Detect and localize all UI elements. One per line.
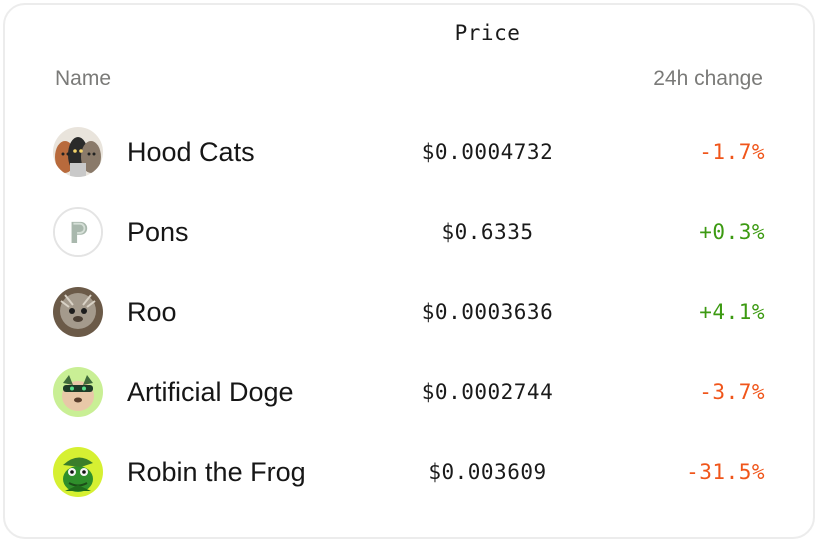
column-header-24h-change[interactable]: 24h change	[653, 67, 763, 91]
column-header-price[interactable]: Price	[410, 21, 565, 45]
token-price: $0.0004732	[421, 140, 554, 164]
column-header-name[interactable]: Name	[55, 67, 111, 91]
artificial-doge-avatar-icon	[53, 367, 103, 417]
token-name: Pons	[127, 217, 189, 247]
robin-the-frog-avatar-icon	[53, 447, 103, 497]
token-name: Roo	[127, 297, 177, 327]
token-name: Robin the Frog	[127, 457, 306, 487]
token-row-pons[interactable]: Pons $0.6335 +0.3%	[5, 204, 813, 260]
token-price: $0.0003636	[421, 300, 554, 324]
token-row-robin-the-frog[interactable]: Robin the Frog $0.003609 -31.5%	[5, 444, 813, 500]
roo-avatar-icon	[53, 287, 103, 337]
token-24h-change: -3.7%	[699, 380, 765, 404]
hood-cats-avatar-icon	[53, 127, 103, 177]
token-row-artificial-doge[interactable]: Artificial Doge $0.0002744 -3.7%	[5, 364, 813, 420]
token-24h-change: -1.7%	[699, 140, 765, 164]
token-price: $0.6335	[441, 220, 534, 244]
pons-avatar-icon	[53, 207, 103, 257]
token-price: $0.0002744	[421, 380, 554, 404]
token-row-hood-cats[interactable]: Hood Cats $0.0004732 -1.7%	[5, 124, 813, 180]
token-name: Artificial Doge	[127, 377, 294, 407]
token-24h-change: +0.3%	[699, 220, 765, 244]
token-list-card: Name Price 24h change Hood Cats $0.00047…	[3, 3, 815, 539]
token-24h-change: +4.1%	[699, 300, 765, 324]
token-24h-change: -31.5%	[686, 460, 765, 484]
token-name: Hood Cats	[127, 137, 255, 167]
token-price: $0.003609	[428, 460, 547, 484]
token-row-roo[interactable]: Roo $0.0003636 +4.1%	[5, 284, 813, 340]
